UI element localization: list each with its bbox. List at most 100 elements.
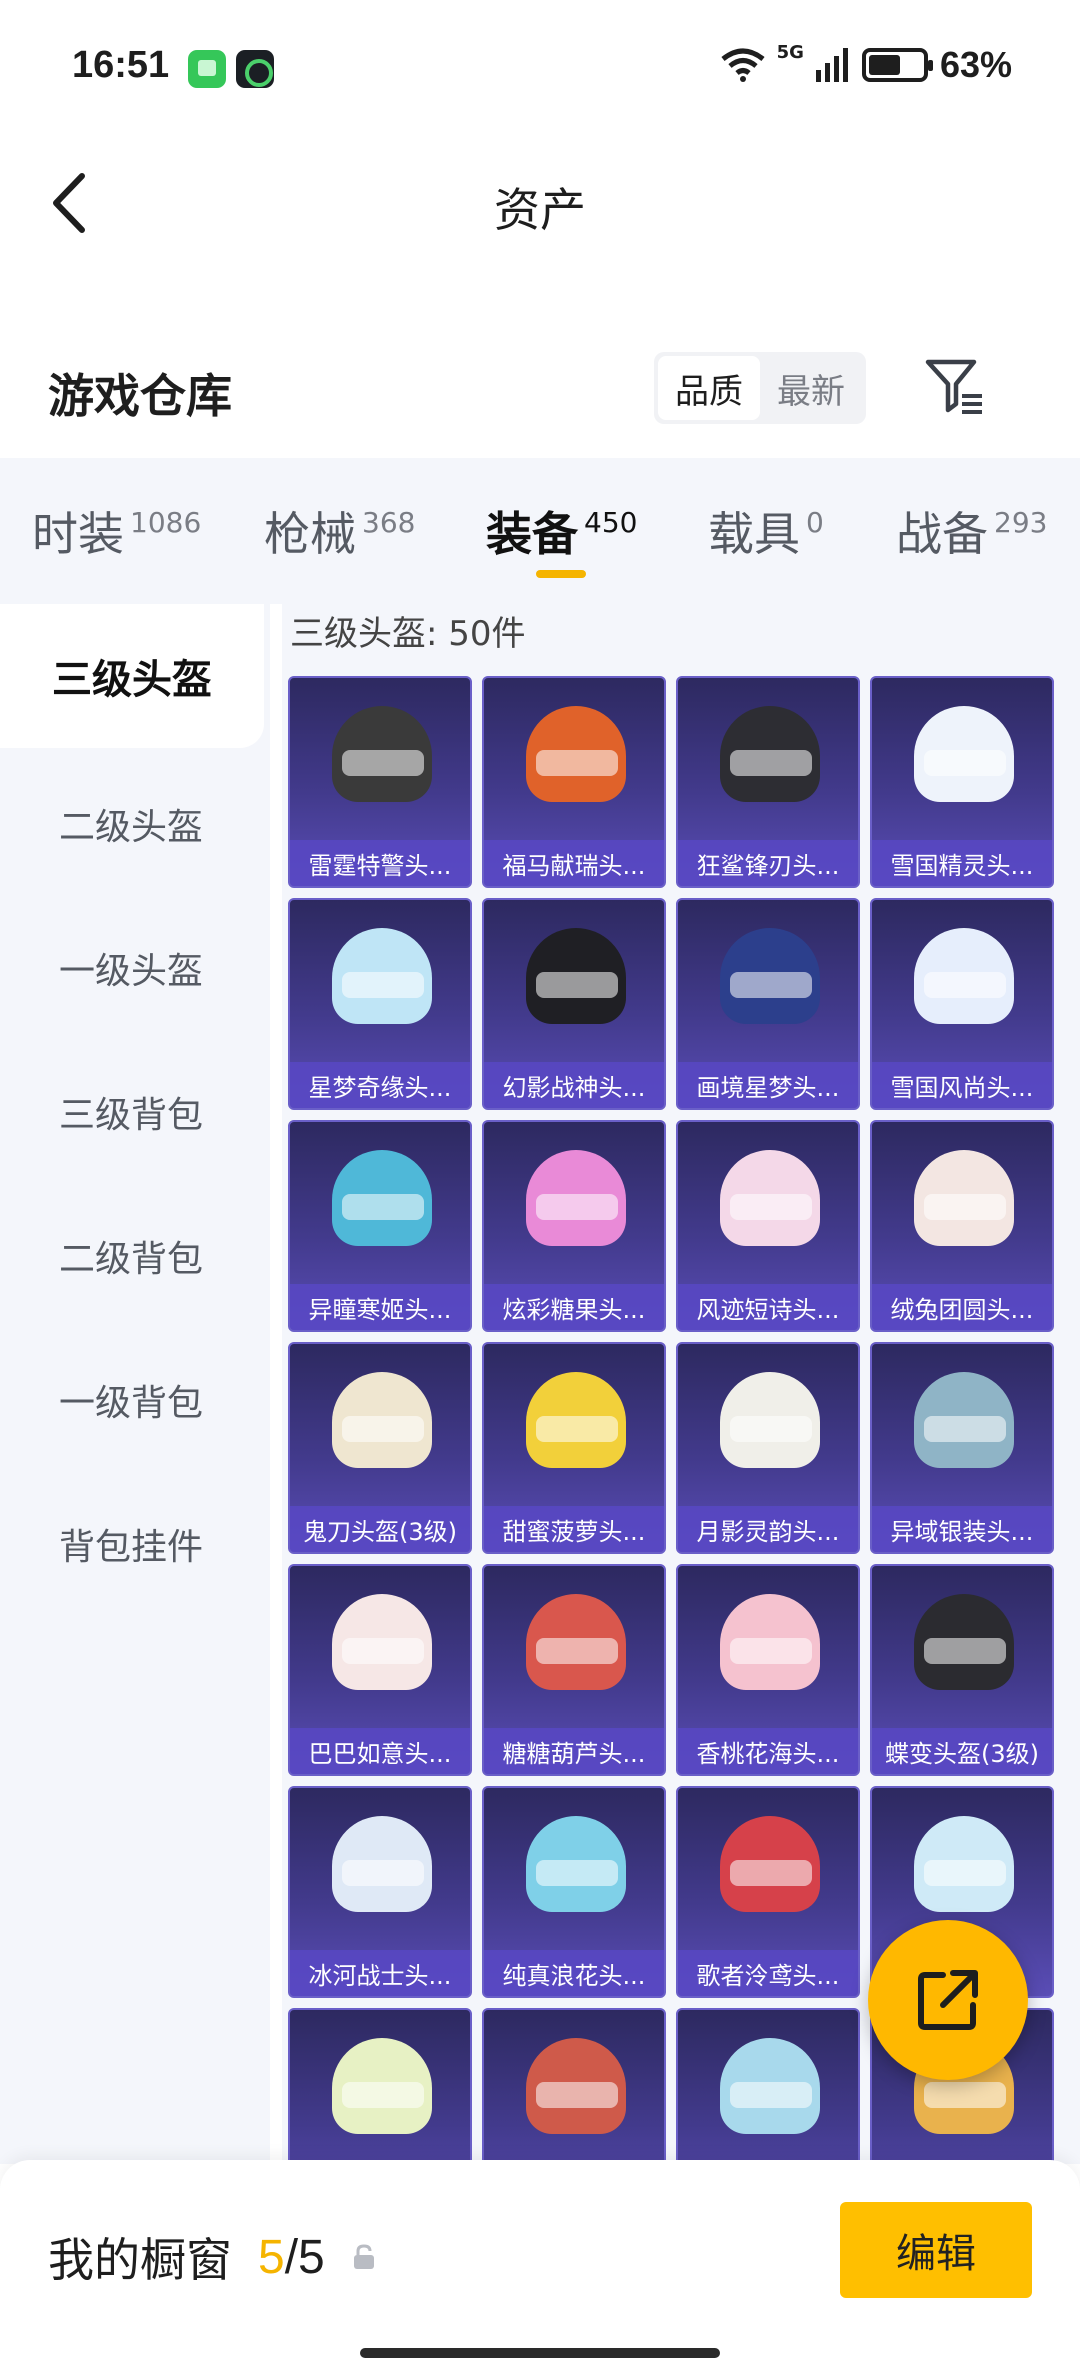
helmet-visor [536, 1416, 618, 1442]
helmet-visor [924, 750, 1006, 776]
item-count: 三级头盔: 50件 [290, 614, 526, 654]
helmet-visor [730, 750, 812, 776]
item-card[interactable]: 甜蜜菠萝头... [482, 1342, 666, 1554]
status-time: 16:51 [72, 44, 170, 86]
item-name: 狂鲨锋刃头... [678, 840, 858, 886]
helmet-visor [730, 1416, 812, 1442]
share-button[interactable] [868, 1920, 1028, 2080]
item-card[interactable]: 纯真浪花头... [482, 1786, 666, 1998]
showcase-count: 5/5 [258, 2230, 325, 2284]
helmet-visor [342, 972, 424, 998]
sidebar-item-level3-backpack[interactable]: 三级背包 [0, 1040, 262, 1184]
item-card[interactable]: 异瞳寒姬头... [288, 1120, 472, 1332]
item-name: 幻影战神头... [484, 1062, 664, 1108]
tab-supplies[interactable]: 战备 293 [896, 498, 1047, 564]
helmet-visor [730, 1638, 812, 1664]
item-card[interactable]: 炫彩糖果头... [482, 1120, 666, 1332]
item-card[interactable]: 月影灵韵头... [676, 1342, 860, 1554]
sidebar-item-level1-helmet[interactable]: 一级头盔 [0, 896, 262, 1040]
item-card[interactable]: 糖糖葫芦头... [482, 1564, 666, 1776]
item-name: 雷霆特警头... [290, 840, 470, 886]
item-card[interactable]: 福马献瑞头... [482, 676, 666, 888]
helmet-visor [924, 1860, 1006, 1886]
sort-quality[interactable]: 品质 [658, 356, 760, 420]
item-name: 歌者泠鸢头... [678, 1950, 858, 1996]
helmet-visor [730, 1194, 812, 1220]
item-card[interactable]: 冰河战士头... [288, 1786, 472, 1998]
sidebar-item-level2-backpack[interactable]: 二级背包 [0, 1184, 262, 1328]
tab-guns[interactable]: 枪械 368 [264, 498, 415, 564]
item-name: 雪国风尚头... [872, 1062, 1052, 1108]
helmet-visor [924, 1194, 1006, 1220]
item-name: 福马献瑞头... [484, 840, 664, 886]
helmet-visor [536, 1194, 618, 1220]
item-name: 糖糖葫芦头... [484, 1728, 664, 1774]
helmet-visor [342, 2082, 424, 2108]
item-card[interactable]: 狂鲨锋刃头... [676, 676, 860, 888]
signal-icon [815, 48, 848, 82]
item-card[interactable]: 风迹短诗头... [676, 1120, 860, 1332]
messages-app-icon [188, 50, 226, 88]
sort-toggle: 品质 最新 [654, 352, 866, 424]
page-title: 资产 [494, 183, 586, 237]
showcase-bar: 我的橱窗 5/5 编辑 [0, 2160, 1080, 2378]
tab-vehicles[interactable]: 载具 0 [708, 498, 824, 564]
helmet-visor [342, 750, 424, 776]
item-card[interactable]: 画境星梦头... [676, 898, 860, 1110]
sidebar-item-backpack-charm[interactable]: 背包挂件 [0, 1472, 262, 1616]
showcase-label: 我的橱窗 [48, 2233, 232, 2287]
item-card[interactable]: 异域银装头... [870, 1342, 1054, 1554]
item-name: 香桃花海头... [678, 1728, 858, 1774]
helmet-visor [536, 1860, 618, 1886]
item-name: 蝶变头盔(3级) [872, 1728, 1052, 1774]
item-name: 风迹短诗头... [678, 1284, 858, 1330]
helmet-visor [342, 1416, 424, 1442]
battery-percent: 63% [939, 44, 1012, 85]
helmet-visor [924, 972, 1006, 998]
item-card[interactable]: 绒兔团圆头... [870, 1120, 1054, 1332]
item-card[interactable]: 雪国精灵头... [870, 676, 1054, 888]
home-indicator[interactable] [360, 2348, 720, 2358]
lock-icon [353, 2244, 374, 2269]
item-name: 炫彩糖果头... [484, 1284, 664, 1330]
helmet-visor [730, 1860, 812, 1886]
item-name: 甜蜜菠萝头... [484, 1506, 664, 1552]
share-icon [918, 1970, 978, 2030]
item-name: 异瞳寒姬头... [290, 1284, 470, 1330]
item-card[interactable]: 歌者泠鸢头... [676, 1786, 860, 1998]
filter-icon[interactable] [922, 354, 986, 418]
item-card[interactable]: 雷霆特警头... [288, 676, 472, 888]
helmet-visor [536, 1638, 618, 1664]
helmet-visor [536, 750, 618, 776]
item-card[interactable]: 巴巴如意头... [288, 1564, 472, 1776]
item-card[interactable]: 蝶变头盔(3级) [870, 1564, 1054, 1776]
sidebar-item-level2-helmet[interactable]: 二级头盔 [0, 752, 262, 896]
helmet-visor [536, 2082, 618, 2108]
item-card[interactable]: 星梦奇缘头... [288, 898, 472, 1110]
item-name: 星梦奇缘头... [290, 1062, 470, 1108]
item-name: 绒兔团圆头... [872, 1284, 1052, 1330]
tab-equipment[interactable]: 装备 450 [486, 498, 637, 564]
item-name: 异域银装头... [872, 1506, 1052, 1552]
sidebar-item-level3-helmet[interactable]: 三级头盔 [0, 604, 264, 748]
item-name: 冰河战士头... [290, 1950, 470, 1996]
app-notification-icon [236, 50, 274, 88]
sidebar-item-level1-backpack[interactable]: 一级背包 [0, 1328, 262, 1472]
battery-icon [861, 48, 933, 82]
wifi-icon [721, 48, 765, 82]
status-bar: 16:51 5G 63% [0, 0, 1080, 140]
helmet-visor [342, 1638, 424, 1664]
helmet-visor [730, 2082, 812, 2108]
active-tab-indicator [536, 570, 586, 578]
item-name: 纯真浪花头... [484, 1950, 664, 1996]
item-card[interactable]: 香桃花海头... [676, 1564, 860, 1776]
helmet-visor [342, 1194, 424, 1220]
tab-fashion[interactable]: 时装 1086 [32, 498, 201, 564]
item-card[interactable]: 幻影战神头... [482, 898, 666, 1110]
subcategory-sidebar: 三级头盔 二级头盔 一级头盔 三级背包 二级背包 一级背包 背包挂件 [0, 604, 270, 2164]
category-tabs: 时装 1086 枪械 368 装备 450 载具 0 战备 293 [0, 458, 1080, 604]
item-card[interactable]: 鬼刀头盔(3级) [288, 1342, 472, 1554]
sort-latest[interactable]: 最新 [760, 356, 862, 420]
edit-button[interactable]: 编辑 [840, 2202, 1032, 2298]
item-card[interactable]: 雪国风尚头... [870, 898, 1054, 1110]
